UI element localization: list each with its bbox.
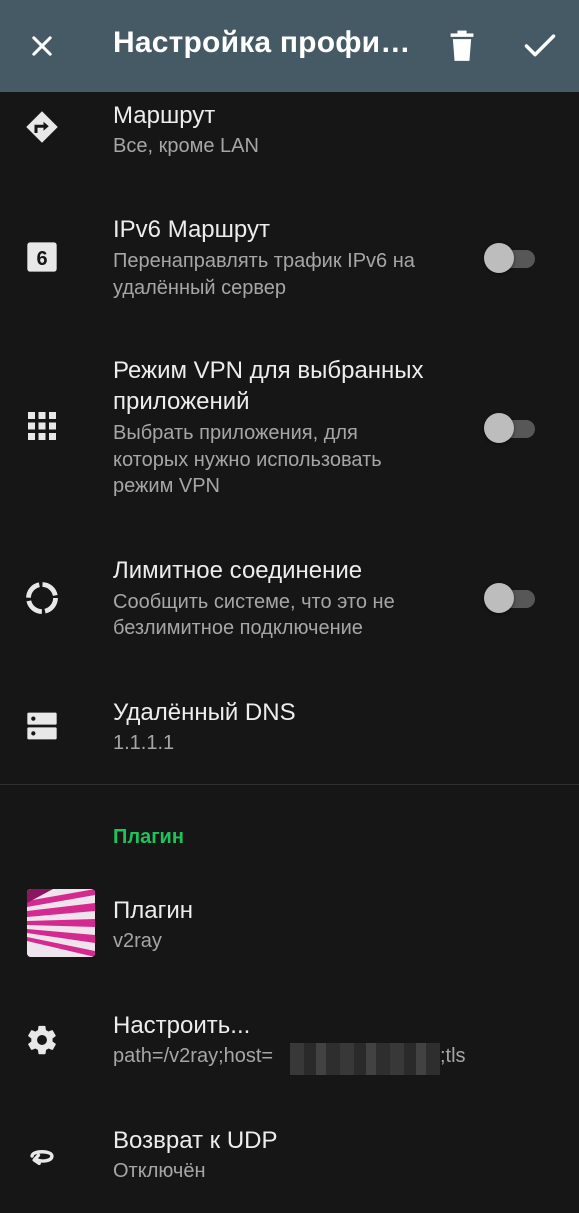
remote-dns-summary: 1.1.1.1: [113, 732, 175, 754]
plugin-category-header: Плагин: [113, 826, 184, 848]
metered-summary-line1: Сообщить системе, что это не: [113, 591, 395, 613]
section-divider: [0, 784, 579, 785]
configure-summary-suffix: ;tls: [440, 1045, 466, 1067]
udp-fallback-icon: [18, 1132, 66, 1180]
ipv6-route-preference[interactable]: 6 IPv6 Маршрут Перенаправлять трафик IPv…: [0, 200, 579, 320]
per-app-summary-line2: которых нужно использовать: [113, 449, 382, 471]
route-preference[interactable]: Маршрут Все, кроме LAN: [0, 92, 579, 188]
metered-toggle[interactable]: [483, 580, 537, 614]
configure-title: Настроить...: [113, 1012, 251, 1039]
metered-preference[interactable]: Лимитное соединение Сообщить системе, чт…: [0, 543, 579, 653]
metered-title: Лимитное соединение: [113, 557, 363, 584]
ipv6-toggle[interactable]: [483, 240, 537, 274]
route-icon: [18, 103, 66, 151]
redacted-host: [290, 1043, 440, 1075]
per-app-toggle[interactable]: [483, 410, 537, 444]
metered-icon: [18, 574, 66, 622]
delete-icon[interactable]: [438, 22, 486, 70]
dns-icon: [18, 702, 66, 750]
plugin-summary: v2ray: [113, 930, 162, 952]
udp-fallback-title: Возврат к UDP: [113, 1127, 278, 1154]
udp-fallback-summary: Отключён: [113, 1160, 206, 1182]
check-icon[interactable]: [516, 22, 564, 70]
close-icon[interactable]: [18, 22, 66, 70]
toggle-thumb: [484, 583, 514, 613]
apps-grid-icon: [18, 402, 66, 450]
udp-fallback-preference[interactable]: Возврат к UDP Отключён: [0, 1115, 579, 1205]
svg-text:6: 6: [36, 248, 47, 270]
configure-summary-prefix: path=/v2ray;host=: [113, 1045, 274, 1067]
plugin-preference[interactable]: Плагин v2ray: [0, 875, 579, 975]
gear-icon: [18, 1016, 66, 1064]
ipv6-icon: 6: [18, 233, 66, 281]
per-app-title-line1: Режим VPN для выбранных: [113, 357, 424, 384]
per-app-title-line2: приложений: [113, 388, 250, 415]
page-title: Настройка профи…: [113, 26, 411, 59]
per-app-summary-line1: Выбрать приложения, для: [113, 422, 358, 444]
per-app-summary-line3: режим VPN: [113, 475, 221, 497]
ipv6-summary-line2: удалённый сервер: [113, 277, 287, 299]
route-title: Маршрут: [113, 102, 216, 129]
remote-dns-preference[interactable]: Удалённый DNS 1.1.1.1: [0, 685, 579, 775]
remote-dns-title: Удалённый DNS: [113, 699, 296, 726]
metered-summary-line2: безлимитное подключение: [113, 617, 363, 639]
toggle-thumb: [484, 413, 514, 443]
v2ray-logo: [27, 889, 95, 957]
route-summary: Все, кроме LAN: [113, 135, 259, 157]
ipv6-title: IPv6 Маршрут: [113, 216, 270, 243]
per-app-vpn-preference[interactable]: Режим VPN для выбранных приложений Выбра…: [0, 345, 579, 505]
toggle-thumb: [484, 243, 514, 273]
app-toolbar: Настройка профи…: [0, 0, 579, 92]
plugin-title: Плагин: [113, 897, 194, 924]
ipv6-summary-line1: Перенаправлять трафик IPv6 на: [113, 250, 415, 272]
